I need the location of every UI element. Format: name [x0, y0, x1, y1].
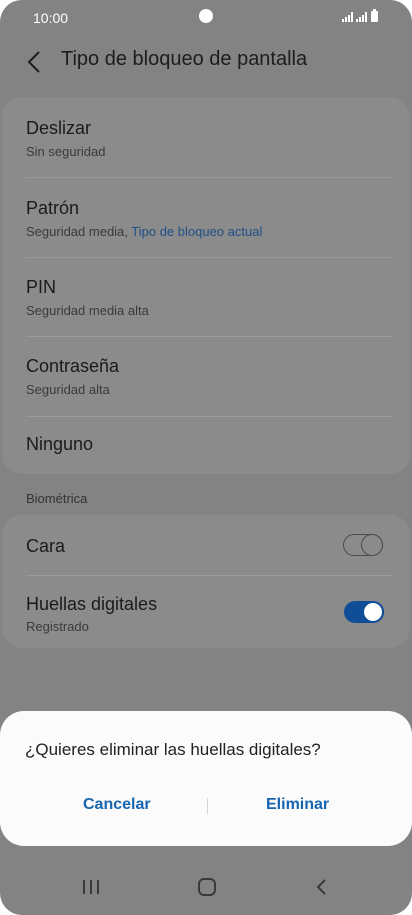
- list-item-pin[interactable]: PIN Seguridad media alta: [2, 258, 410, 337]
- list-item-patron[interactable]: Patrón Seguridad media, Tipo de bloqueo …: [2, 178, 410, 257]
- list-item-contrasena[interactable]: Contraseña Seguridad alta: [2, 337, 410, 416]
- section-header-biometrics: Biométrica: [26, 491, 88, 506]
- app-header: Tipo de bloqueo de pantalla: [0, 36, 412, 88]
- status-time: 10:00: [33, 10, 69, 26]
- toggle-knob: [361, 533, 383, 556]
- home-icon[interactable]: [193, 873, 221, 901]
- face-toggle[interactable]: [343, 533, 383, 556]
- signal-2-icon: [356, 12, 367, 22]
- signal-icon: [342, 12, 353, 22]
- list-item-subtitle: Sin seguridad: [26, 144, 106, 159]
- biometrics-list: Cara Huellas digitales Registrado: [2, 515, 410, 648]
- list-item-subtitle: Registrado: [26, 619, 89, 634]
- list-item-ninguno[interactable]: Ninguno: [2, 417, 410, 474]
- list-item-title: Contraseña: [26, 356, 120, 376]
- page-title: Tipo de bloqueo de pantalla: [61, 48, 308, 70]
- list-item-subtitle: Seguridad alta: [26, 382, 110, 397]
- dialog-message: ¿Quieres eliminar las huellas digitales?: [25, 740, 321, 759]
- navigation-bar: [0, 860, 412, 915]
- list-item-title: Patrón: [26, 198, 80, 218]
- phone-screen: 10:00 Tipo de bloqueo de pantalla Desliz…: [0, 0, 412, 915]
- list-item-cara[interactable]: Cara: [2, 515, 410, 575]
- list-item-subtitle: Seguridad media, Tipo de bloqueo actual: [26, 224, 263, 239]
- list-item-title: Huellas digitales: [26, 594, 158, 614]
- list-item-title: Ninguno: [26, 434, 94, 454]
- delete-button[interactable]: Eliminar: [266, 796, 329, 814]
- front-camera: [199, 9, 213, 23]
- list-item-title: Cara: [26, 536, 66, 556]
- battery-icon: [371, 9, 378, 22]
- back-arrow-icon[interactable]: [22, 48, 50, 76]
- status-bar: 10:00: [0, 0, 412, 36]
- back-icon[interactable]: [308, 873, 336, 901]
- list-item-huellas[interactable]: Huellas digitales Registrado: [2, 576, 410, 648]
- lock-type-list: Deslizar Sin seguridad Patrón Seguridad …: [2, 97, 410, 474]
- toggle-knob: [362, 601, 384, 623]
- recent-apps-icon[interactable]: [77, 873, 105, 901]
- list-item-title: Deslizar: [26, 118, 92, 138]
- list-item-deslizar[interactable]: Deslizar Sin seguridad: [2, 97, 410, 177]
- cancel-button[interactable]: Cancelar: [83, 796, 151, 814]
- button-separator: [207, 798, 208, 814]
- fingerprint-toggle[interactable]: [344, 601, 384, 623]
- list-item-subtitle: Seguridad media alta: [26, 303, 149, 318]
- confirm-dialog: ¿Quieres eliminar las huellas digitales?…: [0, 711, 412, 846]
- list-item-title: PIN: [26, 277, 57, 297]
- current-lock-label: Tipo de bloqueo actual: [131, 224, 263, 239]
